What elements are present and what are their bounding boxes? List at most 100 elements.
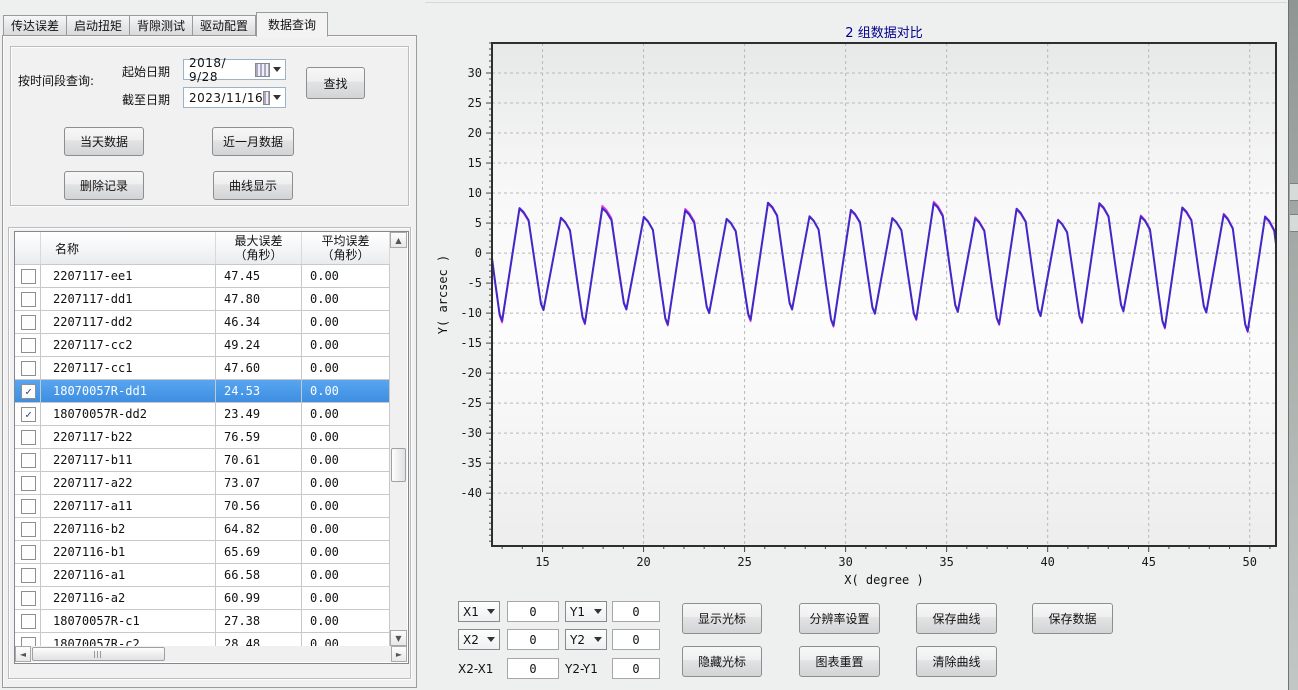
tab-backlash-test[interactable]: 背隙测试 — [129, 15, 193, 36]
tab-startup-torque[interactable]: 启动扭矩 — [66, 15, 130, 36]
row-checkbox[interactable] — [21, 545, 36, 560]
start-date-label: 起始日期 — [122, 63, 170, 80]
row-name: 2207117-a22 — [41, 472, 216, 494]
table-row[interactable]: 2207116-a166.580.00 — [15, 564, 390, 587]
start-date-picker[interactable]: 2018/ 9/28 — [183, 59, 286, 80]
row-checkbox[interactable] — [21, 292, 36, 307]
row-max-error: 47.80 — [216, 288, 302, 310]
curve-display-button[interactable]: 曲线显示 — [213, 171, 293, 200]
x1-cursor-select[interactable]: X1 — [458, 601, 500, 622]
y1-cursor-select[interactable]: Y1 — [565, 601, 607, 622]
row-checkbox[interactable] — [21, 361, 36, 376]
avg-error-column-header[interactable]: 平均误差（角秒） — [302, 234, 389, 262]
y1-value-field[interactable]: 0 — [612, 601, 660, 622]
table-row[interactable]: 2207117-cc147.600.00 — [15, 357, 390, 380]
x-tick-label: 40 — [1040, 555, 1054, 569]
dy-value-field[interactable]: 0 — [612, 658, 660, 679]
table-row[interactable]: 2207116-a260.990.00 — [15, 587, 390, 610]
save-curve-button[interactable]: 保存曲线 — [916, 603, 997, 634]
tab-transmission-error[interactable]: 传达误差 — [3, 15, 67, 36]
x-tick-label: 30 — [838, 555, 852, 569]
scroll-right-icon[interactable]: ► — [391, 646, 407, 662]
table-vscrollbar[interactable]: ▲ ▼ — [390, 232, 407, 646]
x1-value-field[interactable]: 0 — [507, 601, 559, 622]
table-row[interactable]: ✓18070057R-dd223.490.00 — [15, 403, 390, 426]
table-row[interactable]: 2207116-b264.820.00 — [15, 518, 390, 541]
row-checkbox[interactable] — [21, 614, 36, 629]
row-avg-error: 0.00 — [302, 403, 390, 425]
chart-reset-button[interactable]: 图表重置 — [799, 646, 880, 677]
x2-value-field[interactable]: 0 — [507, 629, 559, 650]
hscroll-thumb[interactable] — [32, 647, 165, 661]
row-name: 2207116-b2 — [41, 518, 216, 540]
row-checkbox[interactable] — [21, 499, 36, 514]
scroll-left-icon[interactable]: ◄ — [15, 646, 31, 662]
vscroll-thumb[interactable] — [391, 448, 406, 482]
row-name: 2207116-b1 — [41, 541, 216, 563]
x-tick-label: 20 — [636, 555, 650, 569]
chevron-down-icon[interactable] — [273, 95, 281, 100]
max-error-column-header[interactable]: 最大误差（角秒） — [216, 234, 301, 262]
end-date-picker[interactable]: 2023/11/16 — [183, 87, 286, 108]
table-hscrollbar[interactable]: ◄ ► — [15, 646, 407, 662]
row-checkbox[interactable] — [21, 315, 36, 330]
hide-cursor-button[interactable]: 隐藏光标 — [682, 646, 762, 677]
query-section-label: 按时间段查询: — [18, 72, 94, 89]
table-row[interactable]: 18070057R-c127.380.00 — [15, 610, 390, 633]
tab-drive-config[interactable]: 驱动配置 — [192, 15, 256, 36]
row-checkbox[interactable] — [21, 522, 36, 537]
x2-cursor-select[interactable]: X2 — [458, 629, 500, 650]
scroll-up-icon[interactable]: ▲ — [390, 232, 407, 248]
table-row[interactable]: 2207117-b1170.610.00 — [15, 449, 390, 472]
table-row[interactable]: ✓18070057R-dd124.530.00 — [15, 380, 390, 403]
table-row[interactable]: 2207117-a1170.560.00 — [15, 495, 390, 518]
row-max-error: 66.58 — [216, 564, 302, 586]
row-checkbox[interactable] — [21, 476, 36, 491]
row-checkbox[interactable] — [21, 430, 36, 445]
row-name: 2207116-a1 — [41, 564, 216, 586]
row-name: 2207117-dd1 — [41, 288, 216, 310]
row-checkbox[interactable] — [21, 568, 36, 583]
calendar-icon[interactable] — [255, 63, 270, 77]
grip-icon — [94, 651, 103, 658]
table-row[interactable]: 18070057R-c228.480.00 — [15, 633, 390, 647]
today-data-button[interactable]: 当天数据 — [64, 127, 144, 156]
table-row[interactable]: 2207117-dd147.800.00 — [15, 288, 390, 311]
row-checkbox-checked[interactable]: ✓ — [21, 407, 36, 422]
delete-record-button[interactable]: 删除记录 — [64, 171, 144, 200]
search-button[interactable]: 查找 — [306, 67, 365, 99]
row-checkbox-checked[interactable]: ✓ — [21, 384, 36, 399]
resolution-settings-button[interactable]: 分辨率设置 — [799, 603, 880, 634]
dx-value-field[interactable]: 0 — [507, 658, 559, 679]
row-avg-error: 0.00 — [302, 311, 390, 333]
window-edge-scrollbar[interactable] — [1288, 0, 1298, 690]
name-column-header[interactable]: 名称 — [55, 240, 79, 257]
tab-data-query[interactable]: 数据查询 — [256, 12, 328, 37]
y2-value-field[interactable]: 0 — [612, 629, 660, 650]
table-row[interactable]: 2207117-dd246.340.00 — [15, 311, 390, 334]
table-row[interactable]: 2207117-b2276.590.00 — [15, 426, 390, 449]
row-checkbox[interactable] — [21, 453, 36, 468]
show-cursor-button[interactable]: 显示光标 — [682, 603, 762, 634]
table-row[interactable]: 2207117-cc249.240.00 — [15, 334, 390, 357]
table-row[interactable]: 2207116-b165.690.00 — [15, 541, 390, 564]
calendar-icon[interactable] — [263, 91, 270, 105]
clear-curve-button[interactable]: 清除曲线 — [916, 646, 997, 677]
row-max-error: 28.48 — [216, 633, 302, 647]
y2-cursor-select[interactable]: Y2 — [565, 629, 607, 650]
chevron-down-icon[interactable] — [273, 67, 281, 72]
table-row[interactable]: 2207117-a2273.070.00 — [15, 472, 390, 495]
row-name: 18070057R-c1 — [41, 610, 216, 632]
row-max-error: 76.59 — [216, 426, 302, 448]
row-avg-error: 0.00 — [302, 541, 390, 563]
month-data-button[interactable]: 近一月数据 — [212, 127, 294, 156]
row-checkbox[interactable] — [21, 591, 36, 606]
x-tick-label: 15 — [535, 555, 549, 569]
save-data-button[interactable]: 保存数据 — [1032, 603, 1113, 634]
row-checkbox[interactable] — [21, 269, 36, 284]
row-max-error: 65.69 — [216, 541, 302, 563]
row-checkbox[interactable] — [21, 338, 36, 353]
row-max-error: 64.82 — [216, 518, 302, 540]
scroll-down-icon[interactable]: ▼ — [390, 630, 407, 646]
table-row[interactable]: 2207117-ee147.450.00 — [15, 265, 390, 288]
